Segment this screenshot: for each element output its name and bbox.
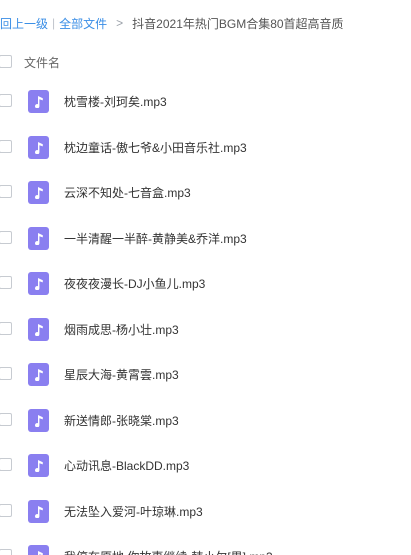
file-row[interactable]: 新送情郎-张晓棠.mp3: [0, 397, 411, 443]
file-row[interactable]: 烟雨成思-杨小壮.mp3: [0, 306, 411, 352]
breadcrumb: 返回上一级 | 全部文件 > 抖音2021年热门BGM合集80首超高音质: [0, 0, 411, 46]
file-checkbox[interactable]: [0, 503, 12, 517]
file-browser: 返回上一级 | 全部文件 > 抖音2021年热门BGM合集80首超高音质 文件名…: [0, 0, 411, 555]
file-checkbox[interactable]: [0, 549, 12, 555]
file-checkbox[interactable]: [0, 321, 12, 335]
file-row[interactable]: 一半清醒一半醉-黄静美&乔洋.mp3: [0, 215, 411, 261]
music-file-icon: [28, 454, 49, 477]
file-name[interactable]: 一半清醒一半醉-黄静美&乔洋.mp3: [64, 230, 247, 247]
file-row[interactable]: 夜夜夜漫长-DJ小鱼儿.mp3: [0, 260, 411, 306]
music-file-icon: [28, 135, 49, 159]
music-file-icon: [28, 363, 49, 386]
file-checkbox[interactable]: [0, 367, 12, 380]
file-name[interactable]: 星辰大海-黄霄雲.mp3: [64, 366, 179, 383]
file-name[interactable]: 新送情郎-张晓棠.mp3: [64, 412, 179, 429]
file-checkbox[interactable]: [0, 276, 12, 289]
breadcrumb-separator: |: [52, 16, 56, 30]
file-name[interactable]: 烟雨成思-杨小壮.mp3: [64, 321, 179, 338]
music-file-icon: [28, 545, 49, 555]
file-checkbox[interactable]: [0, 230, 12, 244]
file-row[interactable]: 云深不知处-七音盒.mp3: [0, 169, 411, 215]
file-row[interactable]: 枕雪楼-刘珂矣.mp3: [0, 78, 411, 124]
file-checkbox[interactable]: [0, 412, 12, 426]
breadcrumb-arrow: >: [116, 16, 124, 30]
back-link[interactable]: 返回上一级: [0, 15, 48, 32]
music-file-icon: [28, 272, 49, 295]
file-name[interactable]: 无法坠入爱河-叶琼琳.mp3: [64, 503, 203, 520]
file-row[interactable]: 星辰大海-黄霄雲.mp3: [0, 351, 411, 397]
file-checkbox[interactable]: [0, 94, 12, 107]
select-all-checkbox[interactable]: [0, 55, 12, 68]
file-name[interactable]: 枕边童话-傲七爷&小田音乐社.mp3: [64, 139, 247, 156]
music-file-icon: [28, 408, 49, 432]
file-checkbox[interactable]: [0, 458, 12, 471]
file-name[interactable]: 枕雪楼-刘珂矣.mp3: [64, 93, 167, 110]
name-column-header[interactable]: 文件名: [24, 54, 60, 71]
music-file-icon: [28, 226, 49, 250]
list-header: 文件名: [0, 46, 411, 78]
file-name[interactable]: 夜夜夜漫长-DJ小鱼儿.mp3: [64, 275, 205, 292]
all-files-link[interactable]: 全部文件: [59, 15, 107, 32]
current-folder: 抖音2021年热门BGM合集80首超高音质: [132, 16, 344, 31]
file-name[interactable]: 云深不知处-七音盒.mp3: [64, 184, 191, 201]
file-row[interactable]: 无法坠入爱河-叶琼琳.mp3: [0, 488, 411, 534]
music-file-icon: [28, 317, 49, 341]
file-list: 枕雪楼-刘珂矣.mp3 枕边童话-傲七爷&小田音乐社.mp3 云深不知处-七音盒.m…: [0, 78, 411, 555]
file-row[interactable]: 我停在原地 你故事继续-韩小欠[男].mp3: [0, 533, 411, 555]
file-name[interactable]: 心动讯息-BlackDD.mp3: [64, 457, 189, 474]
music-file-icon: [28, 181, 49, 204]
file-checkbox[interactable]: [0, 185, 12, 198]
file-row[interactable]: 枕边童话-傲七爷&小田音乐社.mp3: [0, 124, 411, 170]
file-checkbox[interactable]: [0, 139, 12, 153]
file-name[interactable]: 我停在原地 你故事继续-韩小欠[男].mp3: [64, 548, 273, 555]
music-file-icon: [28, 499, 49, 523]
music-file-icon: [28, 90, 49, 113]
file-row[interactable]: 心动讯息-BlackDD.mp3: [0, 442, 411, 488]
